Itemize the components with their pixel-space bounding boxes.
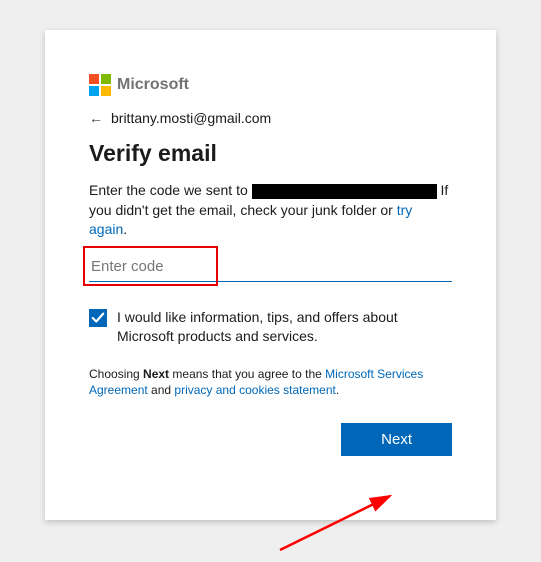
code-input-wrap [89,254,452,282]
code-input[interactable] [89,254,452,282]
brand-row: Microsoft [89,74,452,96]
legal-bold: Next [143,367,169,381]
verify-email-card: Microsoft ← brittany.mosti@gmail.com Ver… [45,30,496,520]
privacy-statement-link[interactable]: privacy and cookies statement [174,383,335,397]
desc-before: Enter the code we sent to [89,182,252,198]
brand-name: Microsoft [117,76,189,94]
microsoft-logo-icon [89,74,111,96]
identity-back-row[interactable]: ← brittany.mosti@gmail.com [89,110,452,126]
legal-text: Choosing Next means that you agree to th… [89,366,452,400]
redacted-email [252,184,437,199]
next-button[interactable]: Next [341,423,452,456]
account-email: brittany.mosti@gmail.com [111,110,271,126]
back-arrow-icon: ← [89,110,103,126]
checkbox-icon[interactable] [89,309,107,327]
checkbox-label: I would like information, tips, and offe… [117,308,452,346]
marketing-optin-row[interactable]: I would like information, tips, and offe… [89,308,452,346]
button-row: Next [89,423,452,456]
page-title: Verify email [89,140,452,167]
instruction-text: Enter the code we sent to If you didn't … [89,181,452,240]
